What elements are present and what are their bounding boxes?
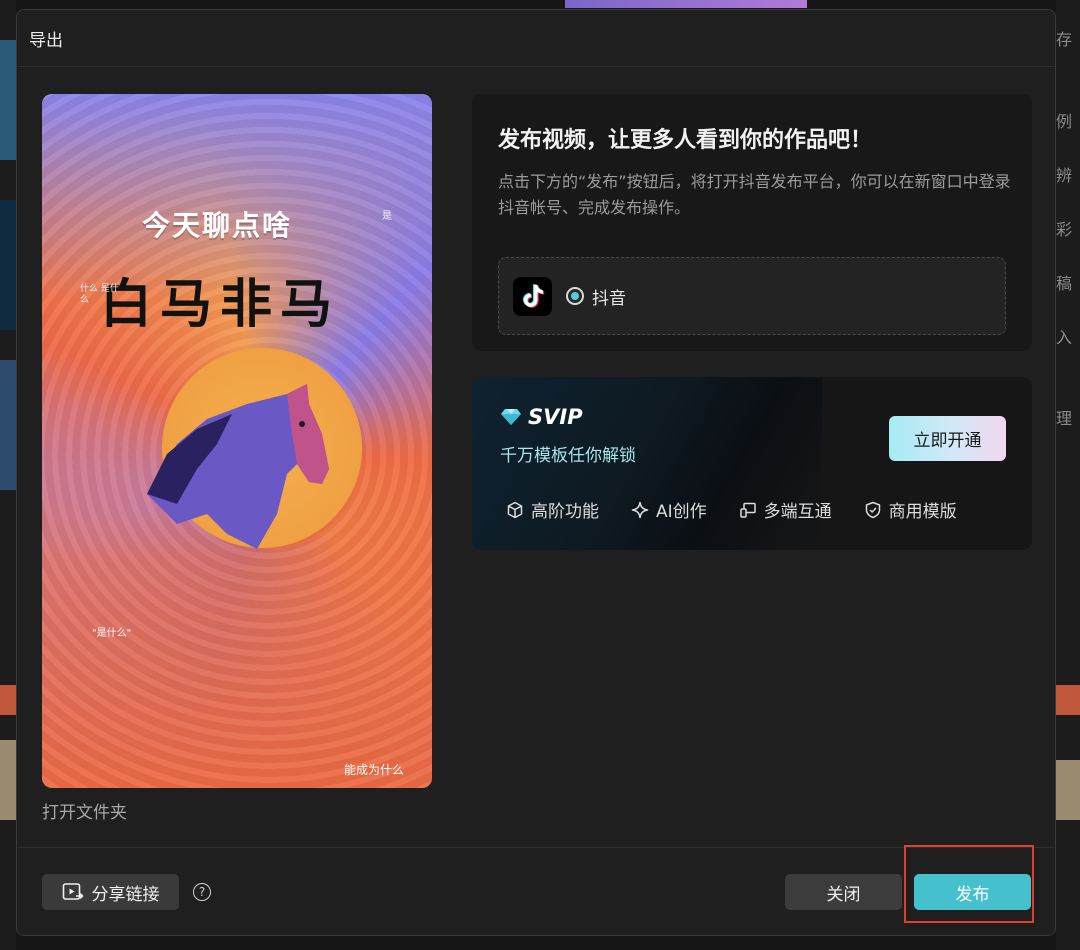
export-dialog: 导出 今天聊点啥 白马非马 是 什么 是什么 "是什么" 能成为什么 打开文件夹…	[16, 9, 1056, 936]
publish-description: 点击下方的“发布”按钮后，将打开抖音发布平台，你可以在新窗口中登录抖音帐号、完成…	[498, 172, 1011, 217]
svip-features: 高阶功能 AI创作 多端互通 商用模版	[506, 497, 989, 522]
svip-subtitle: 千万模板任你解锁	[500, 446, 636, 466]
preview-small-text: 什么 是什么	[80, 284, 119, 305]
background-thumbnail	[0, 685, 16, 715]
feature-item: 高阶功能	[506, 497, 599, 522]
feature-item: 多端互通	[739, 497, 832, 522]
publish-title: 发布视频，让更多人看到你的作品吧！	[498, 128, 873, 153]
platform-name: 抖音	[592, 288, 626, 309]
open-folder-link[interactable]: 打开文件夹	[42, 798, 127, 823]
dialog-header: 导出	[17, 10, 1055, 67]
feature-item: 商用模版	[864, 497, 957, 522]
background-thumbnail	[0, 40, 16, 160]
publish-card: 发布视频，让更多人看到你的作品吧！ 点击下方的“发布”按钮后，将打开抖音发布平台…	[472, 94, 1032, 351]
background-text: 理	[1056, 409, 1073, 428]
dialog-title: 导出	[29, 30, 63, 51]
background-text: 彩	[1056, 220, 1073, 239]
help-icon[interactable]: ?	[193, 883, 211, 901]
video-preview: 今天聊点啥 白马非马 是 什么 是什么 "是什么" 能成为什么	[42, 94, 432, 788]
share-link-button[interactable]: 分享链接	[42, 874, 179, 910]
close-button[interactable]: 关闭	[785, 874, 902, 910]
svip-card: SVIP 千万模板任你解锁 立即开通 高阶功能 AI创作 多端互通 商用模版	[472, 377, 1032, 550]
feature-item: AI创作	[631, 497, 707, 522]
footer-divider	[17, 847, 1055, 848]
background-text: 入	[1056, 328, 1073, 347]
sparkle-icon	[631, 501, 649, 518]
platform-option-douyin[interactable]: 抖音	[498, 257, 1006, 335]
feature-label: 商用模版	[888, 502, 957, 522]
feature-label: 多端互通	[763, 502, 832, 522]
diamond-icon	[501, 409, 521, 425]
preview-small-text: 能成为什么	[343, 763, 404, 777]
svip-label: SVIP	[528, 405, 583, 429]
open-svip-button[interactable]: 立即开通	[889, 416, 1006, 461]
preview-caption-top: 今天聊点啥	[142, 209, 293, 242]
background-text: 存	[1056, 30, 1073, 49]
cube-icon	[507, 501, 523, 518]
background-thumbnail	[0, 740, 16, 820]
background-thumbnail	[0, 200, 16, 330]
devices-icon	[739, 502, 756, 518]
feature-label: AI创作	[656, 502, 707, 522]
background-thumbnail	[1056, 685, 1080, 715]
background-text: 例	[1056, 112, 1073, 131]
background-text: 辨	[1056, 166, 1073, 185]
background-left-panel	[0, 0, 16, 950]
svip-badge: SVIP	[500, 405, 583, 429]
background-text: 稿	[1056, 274, 1073, 293]
publish-button[interactable]: 发布	[914, 874, 1031, 910]
background-thumbnail	[0, 360, 16, 490]
radio-selected-dot	[571, 292, 579, 300]
platform-radio[interactable]	[566, 287, 584, 305]
douyin-logo-icon	[513, 276, 552, 316]
share-video-icon	[62, 883, 84, 900]
preview-small-text: 是	[382, 211, 392, 222]
preview-caption-main: 白马非马	[100, 274, 341, 335]
share-link-label: 分享链接	[91, 884, 160, 905]
horse-illustration	[147, 384, 329, 549]
feature-label: 高阶功能	[531, 502, 599, 522]
background-thumbnail	[565, 0, 807, 8]
background-thumbnail	[1056, 760, 1080, 820]
preview-small-text: "是什么"	[92, 628, 132, 639]
shield-icon	[865, 501, 880, 518]
background-right-panel: 存 例 辨 彩 稿 入 理	[1056, 0, 1080, 950]
